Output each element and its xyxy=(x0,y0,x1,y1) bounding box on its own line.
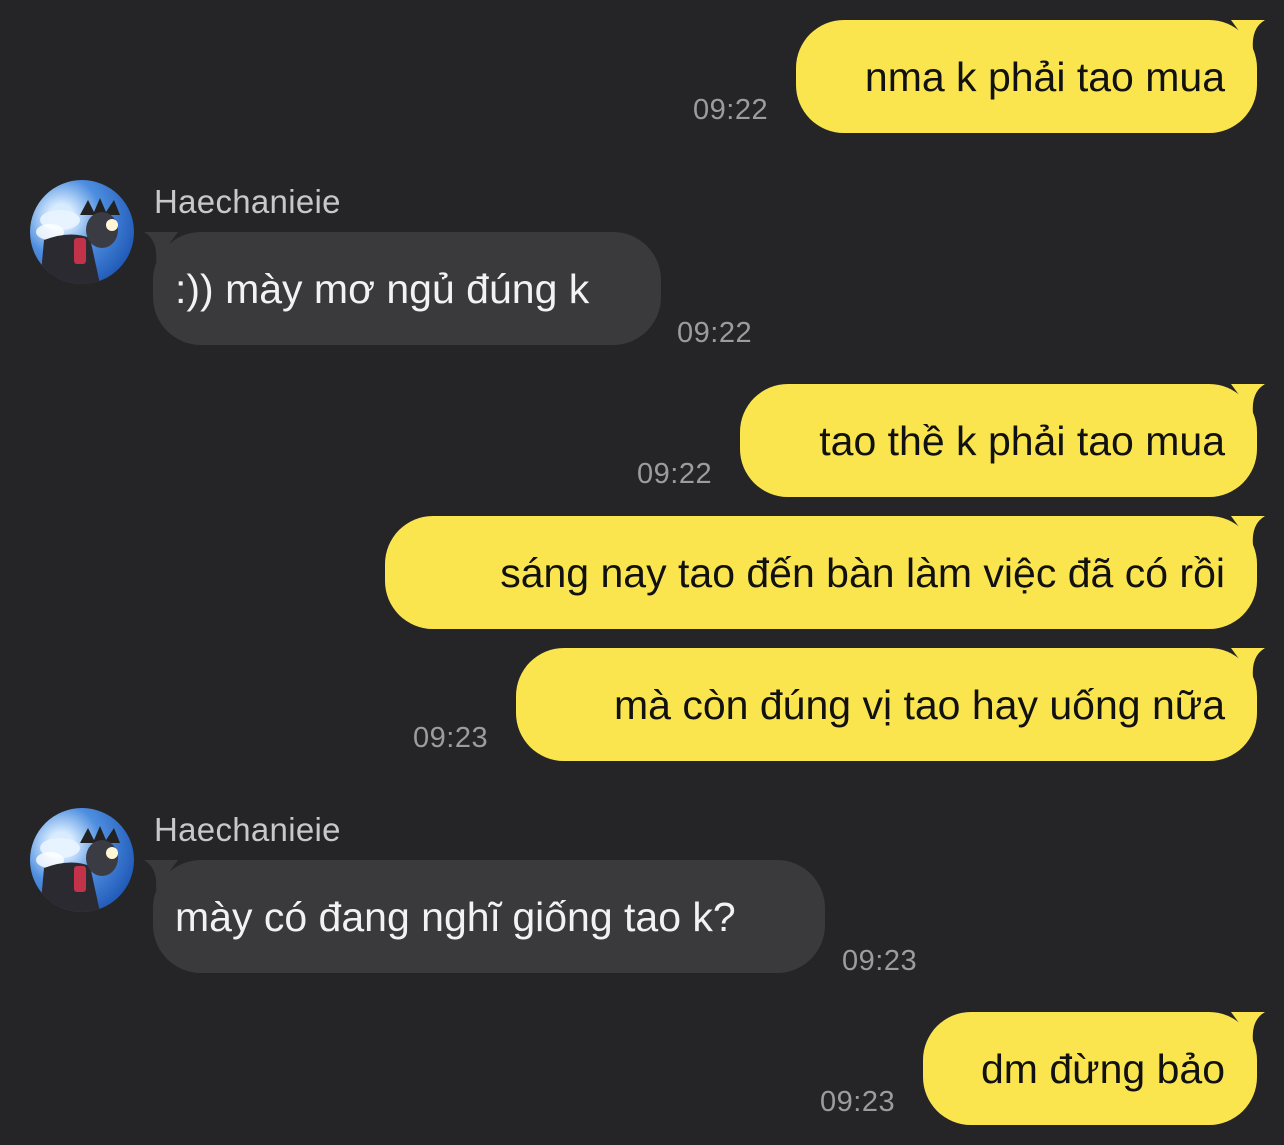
avatar-photo-icon xyxy=(36,198,120,284)
message-timestamp: 09:23 xyxy=(820,1086,896,1118)
message-text: nma k phải tao mua xyxy=(864,53,1225,100)
message-timestamp: 09:22 xyxy=(637,458,713,490)
message-text: :)) mày mơ ngủ đúng k xyxy=(175,265,590,312)
message-bubble-outgoing[interactable]: tao thề k phải tao mua xyxy=(740,384,1265,497)
message-text: tao thề k phải tao mua xyxy=(819,417,1225,464)
message-bubble-outgoing[interactable]: dm đừng bảo xyxy=(923,1012,1265,1125)
message-bubble-incoming[interactable]: :)) mày mơ ngủ đúng k xyxy=(144,232,661,345)
bubble-tail xyxy=(144,232,178,262)
message-timestamp: 09:22 xyxy=(693,94,769,126)
chat-thread: nma k phải tao mua 09:22 Haechanieie :))… xyxy=(0,0,1284,1145)
message-bubble-outgoing[interactable]: nma k phải tao mua xyxy=(796,20,1265,133)
message-timestamp: 09:23 xyxy=(413,722,489,754)
message-text: sáng nay tao đến bàn làm việc đã có rồi xyxy=(500,549,1225,596)
bubble-tail xyxy=(1231,516,1265,546)
message-text: mày có đang nghĩ giống tao k? xyxy=(175,893,736,940)
message-bubble-incoming[interactable]: mày có đang nghĩ giống tao k? xyxy=(144,860,825,973)
contact-avatar[interactable] xyxy=(30,180,134,284)
contact-avatar[interactable] xyxy=(30,808,134,912)
bubble-tail xyxy=(144,860,178,890)
sender-name: Haechanieie xyxy=(154,811,341,848)
avatar-photo-icon xyxy=(36,826,120,912)
message-text: dm đừng bảo xyxy=(981,1045,1225,1092)
bubble-tail xyxy=(1231,384,1265,414)
bubble-tail xyxy=(1231,20,1265,50)
message-bubble-outgoing[interactable]: mà còn đúng vị tao hay uống nữa xyxy=(516,648,1265,761)
sender-name: Haechanieie xyxy=(154,183,341,220)
message-timestamp: 09:22 xyxy=(677,317,753,349)
message-text: mà còn đúng vị tao hay uống nữa xyxy=(614,681,1225,728)
bubble-tail xyxy=(1231,1012,1265,1042)
bubble-tail xyxy=(1231,648,1265,678)
message-timestamp: 09:23 xyxy=(842,945,918,977)
message-bubble-outgoing[interactable]: sáng nay tao đến bàn làm việc đã có rồi xyxy=(385,516,1265,629)
